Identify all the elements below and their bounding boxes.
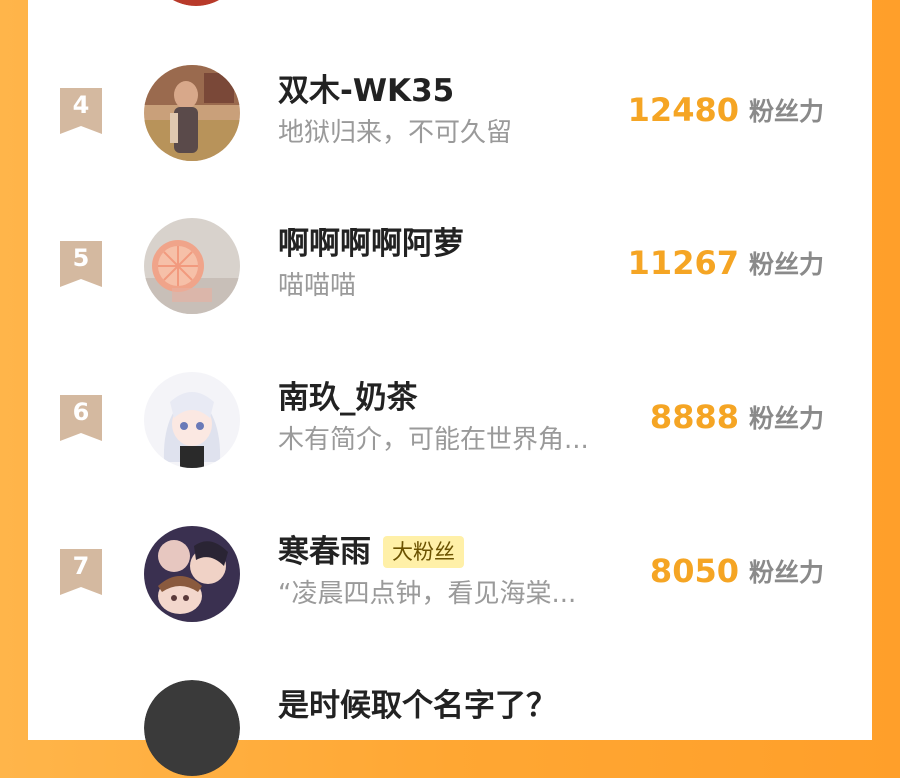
fan-score-value: 12480	[627, 91, 739, 129]
user-description: 喵喵喵	[278, 271, 357, 301]
fan-score-value: 8050	[649, 552, 739, 590]
rank-number: 5	[72, 244, 90, 272]
leaderboard-row[interactable]: 6 南玖_奶茶 木有简介，可能在世界角... 8888 粉丝力	[28, 370, 872, 470]
avatar-rank-3[interactable]	[148, 0, 244, 6]
rank-badge-icon: 5	[60, 241, 102, 287]
user-description: “凌晨四点钟，看见海棠...	[278, 579, 577, 609]
fan-score-value: 11267	[627, 244, 739, 282]
avatar[interactable]	[144, 218, 240, 314]
user-name-line: 啊啊啊啊阿萝	[278, 224, 464, 264]
user-name-line: 南玖_奶茶	[278, 378, 418, 418]
leaderboard-row[interactable]: 7 寒春雨 大粉丝 “凌晨四点钟，看见海棠... 8050 粉丝力	[28, 524, 872, 624]
user-name[interactable]: 寒春雨	[278, 534, 371, 570]
user-name-line: 是时候取个名字了？	[278, 686, 557, 726]
fan-score-unit: 粉丝力	[748, 404, 824, 433]
fan-score-unit: 粉丝力	[748, 97, 824, 126]
leaderboard-row[interactable]: 5 啊啊啊啊阿萝 喵喵喵 11267 粉丝力	[28, 216, 872, 316]
rank-badge-icon: 4	[60, 88, 102, 134]
leaderboard-row[interactable]: 4 双木-WK35 地狱归来，不可久留 12480 粉丝力	[28, 63, 872, 163]
avatar[interactable]	[144, 372, 240, 468]
fan-score: 8050 粉丝力	[650, 552, 824, 590]
rank-number: 4	[72, 91, 90, 119]
fan-score-unit: 粉丝力	[748, 558, 824, 587]
rank-number: 7	[72, 552, 90, 580]
leaderboard-card: 4 双木-WK35 地狱归来，不可久留 12480 粉丝力 5 啊啊啊啊阿萝 喵…	[28, 0, 872, 776]
rank-number: 6	[72, 398, 90, 426]
super-fan-badge: 大粉丝	[383, 536, 464, 568]
fan-score: 11267 粉丝力	[628, 244, 824, 282]
fan-score: 8888 粉丝力	[650, 398, 824, 436]
rank-badge-icon: 6	[60, 395, 102, 441]
user-name[interactable]: 是时候取个名字了？	[278, 688, 557, 724]
avatar[interactable]	[144, 680, 240, 776]
user-description: 地狱归来，不可久留	[278, 118, 513, 148]
user-name[interactable]: 双木-WK35	[278, 73, 454, 109]
avatar[interactable]	[144, 65, 240, 161]
user-name[interactable]: 啊啊啊啊阿萝	[278, 226, 464, 262]
user-name-line: 双木-WK35	[278, 71, 454, 111]
fan-score-value: 8888	[649, 398, 739, 436]
rank-badge-icon: 7	[60, 549, 102, 595]
user-name-line: 寒春雨 大粉丝	[278, 532, 464, 572]
user-description: 木有简介，可能在世界角...	[278, 425, 589, 455]
user-name[interactable]: 南玖_奶茶	[278, 380, 418, 416]
avatar[interactable]	[144, 526, 240, 622]
leaderboard-row[interactable]: 是时候取个名字了？	[28, 678, 872, 778]
fan-score: 12480 粉丝力	[628, 91, 824, 129]
fan-score-unit: 粉丝力	[748, 250, 824, 279]
